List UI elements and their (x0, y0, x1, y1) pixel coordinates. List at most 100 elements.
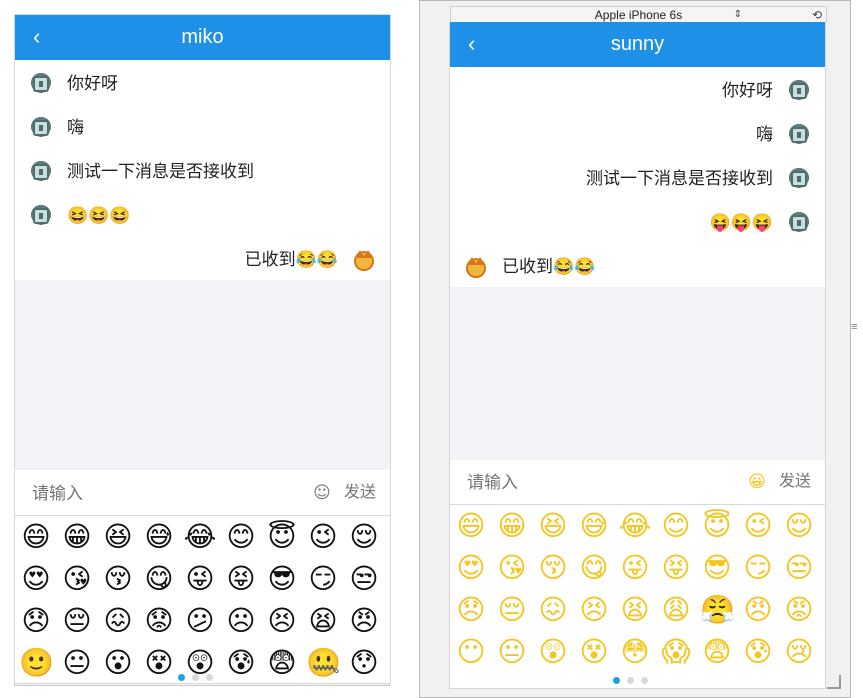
emoji-item[interactable]: 😒 (347, 562, 381, 596)
emoji-item[interactable]: 😊 (224, 520, 258, 554)
emoji-item[interactable]: 😠 (347, 604, 381, 638)
emoji-item[interactable]: 😐 (495, 635, 529, 669)
emoji-item[interactable]: 😲 (536, 635, 570, 669)
robot-avatar-icon (788, 212, 810, 234)
emoji-item[interactable]: 😍 (454, 551, 488, 585)
emoji-item[interactable]: 😝 (224, 562, 258, 596)
emoji-item[interactable]: 😌 (782, 509, 816, 543)
emoji-item[interactable]: 😆 (536, 509, 570, 543)
emoji-item[interactable]: 🙂 (19, 646, 54, 680)
message-text: 已收到😂😂 (502, 257, 596, 276)
emoji-panel: 😄 😁 😆 😅 😂 😊 😇 😉 😌 😍 😘 😚 😋 😜 😝 😎 😏 😒 😞 😔 😖 😟 😕 ☹ 😣 😫 😠 🙂 😐 😮 😵 😲 😰 😨 🤐 😯 (15, 515, 390, 683)
emoji-item[interactable]: 😘 (495, 551, 529, 585)
left-chat-phone: ‹ miko 你好呀嗨测试一下消息是否接收到 😆😆😆 已收到😂😂 ☺ 发送 😄😁😆😅… (14, 14, 391, 684)
emoji-item[interactable]: 😎 (700, 551, 734, 585)
emoji-item[interactable]: 😩 (659, 593, 693, 627)
emoji-item[interactable]: 😊 (659, 509, 693, 543)
emoji-item[interactable]: 😍 (19, 562, 53, 596)
resize-handle-icon[interactable] (827, 675, 841, 689)
emoji-item[interactable]: 😟 (142, 604, 176, 638)
emoji-item[interactable]: 😋 (142, 562, 176, 596)
emoji-item[interactable]: 😳 (618, 635, 652, 669)
robot-avatar-icon (788, 168, 810, 190)
emoji-item[interactable]: 😘 (60, 562, 94, 596)
page-dot[interactable] (640, 677, 648, 684)
emoji-item[interactable]: 😫 (618, 593, 652, 627)
emoji-item[interactable]: 😒 (782, 551, 816, 585)
message-text: 你好呀 (722, 81, 773, 100)
emoji-item[interactable]: 😫 (306, 604, 340, 638)
emoji-item[interactable]: 🤐 (306, 646, 341, 680)
emoji-item[interactable]: 😆 (101, 520, 135, 554)
emoji-item[interactable]: 😜 (183, 562, 217, 596)
device-selector[interactable]: Apple iPhone 6s ⇕ ⟲ (450, 6, 827, 23)
pagination-dots (612, 677, 663, 685)
emoji-item[interactable]: 😶 (454, 635, 488, 669)
emoji-item[interactable]: 😉 (741, 509, 775, 543)
emoji-panel: 😄 😁 😆 😅 😂 😊 😇 😉 😌 😍 😘 😚 😋 😜 😝 😎 😏 😒 😞 😔 😖 😣 😫 😩 😤 😠 😡 😶 😐 😲 😵 😳 😱 😨 😰 😢 (450, 504, 825, 688)
emoji-item[interactable]: 😰 (224, 646, 258, 680)
emoji-item[interactable]: 😄 (19, 520, 53, 554)
message-input-bar: 😀 发送 (450, 460, 825, 504)
emoji-item[interactable]: 😏 (741, 551, 775, 585)
emoji-item[interactable]: 😚 (536, 551, 570, 585)
emoji-item[interactable]: 😇 (700, 509, 734, 543)
page-dot[interactable] (612, 677, 620, 684)
emoji-item[interactable]: 😏 (306, 562, 340, 596)
emoji-item[interactable]: 😚 (101, 562, 135, 596)
emoji-item[interactable]: 😤 (700, 593, 735, 627)
emoji-item[interactable]: 😕 (183, 604, 217, 638)
emoji-item[interactable]: 😰 (741, 635, 775, 669)
send-button[interactable]: 发送 (342, 481, 376, 505)
emoji-item[interactable]: 😱 (659, 635, 693, 669)
emoji-item[interactable]: 😂 (183, 520, 217, 554)
emoji-item[interactable]: 😡 (782, 593, 816, 627)
emoji-item[interactable]: 😠 (741, 593, 775, 627)
device-dropdown-icon[interactable]: ⇕ (734, 7, 742, 23)
emoji-item[interactable]: 😞 (454, 593, 488, 627)
page-dot[interactable] (626, 677, 634, 684)
rotate-device-icon[interactable]: ⟲ (812, 7, 822, 23)
emoji-item[interactable]: 😮 (101, 646, 135, 680)
emoji-item[interactable]: 😋 (577, 551, 611, 585)
emoji-item[interactable]: 😵 (142, 646, 176, 680)
page-dot[interactable] (205, 674, 213, 681)
scrollbar-icon[interactable]: ≡ (851, 321, 861, 333)
smile-icon[interactable]: ☺ (312, 483, 332, 503)
emoji-item[interactable]: 😣 (265, 604, 299, 638)
smile-icon[interactable]: 😀 (747, 472, 767, 492)
emoji-item[interactable]: ☹ (224, 604, 258, 638)
emoji-item[interactable]: 😔 (60, 604, 94, 638)
emoji-item[interactable]: 😵 (577, 635, 611, 669)
message-input-bar: ☺ 发送 (15, 471, 390, 515)
emoji-item[interactable]: 😝 (659, 551, 693, 585)
emoji-item[interactable]: 😨 (700, 635, 734, 669)
page-dot[interactable] (177, 674, 185, 681)
emoji-item[interactable]: 😢 (782, 635, 816, 669)
emoji-item[interactable]: 😜 (618, 551, 652, 585)
message-input[interactable] (30, 481, 294, 507)
emoji-item[interactable]: 😐 (60, 646, 94, 680)
emoji-item[interactable]: 😯 (347, 646, 381, 680)
emoji-item[interactable]: 😅 (142, 520, 176, 554)
emoji-item[interactable]: 😂 (618, 509, 652, 543)
send-button[interactable]: 发送 (777, 470, 811, 494)
emoji-item[interactable]: 😖 (536, 593, 570, 627)
emoji-item[interactable]: 😎 (265, 562, 299, 596)
emoji-item[interactable]: 😨 (265, 646, 299, 680)
emoji-item[interactable]: 😌 (347, 520, 381, 554)
emoji-item[interactable]: 😁 (60, 520, 94, 554)
emoji-item[interactable]: 😣 (577, 593, 611, 627)
emoji-item[interactable]: 😅 (577, 509, 611, 543)
page-dot[interactable] (191, 674, 199, 681)
emoji-item[interactable]: 😞 (19, 604, 53, 638)
emoji-item[interactable]: 😁 (495, 509, 529, 543)
emoji-item[interactable]: 😇 (265, 520, 299, 554)
emoji-item[interactable]: 😖 (101, 604, 135, 638)
emoji-item[interactable]: 😉 (306, 520, 340, 554)
emoji-item[interactable]: 😄 (454, 509, 488, 543)
chat-header: ‹ miko (15, 15, 390, 60)
message-text: 你好呀 (67, 74, 118, 93)
message-input[interactable] (465, 470, 729, 496)
emoji-item[interactable]: 😔 (495, 593, 529, 627)
